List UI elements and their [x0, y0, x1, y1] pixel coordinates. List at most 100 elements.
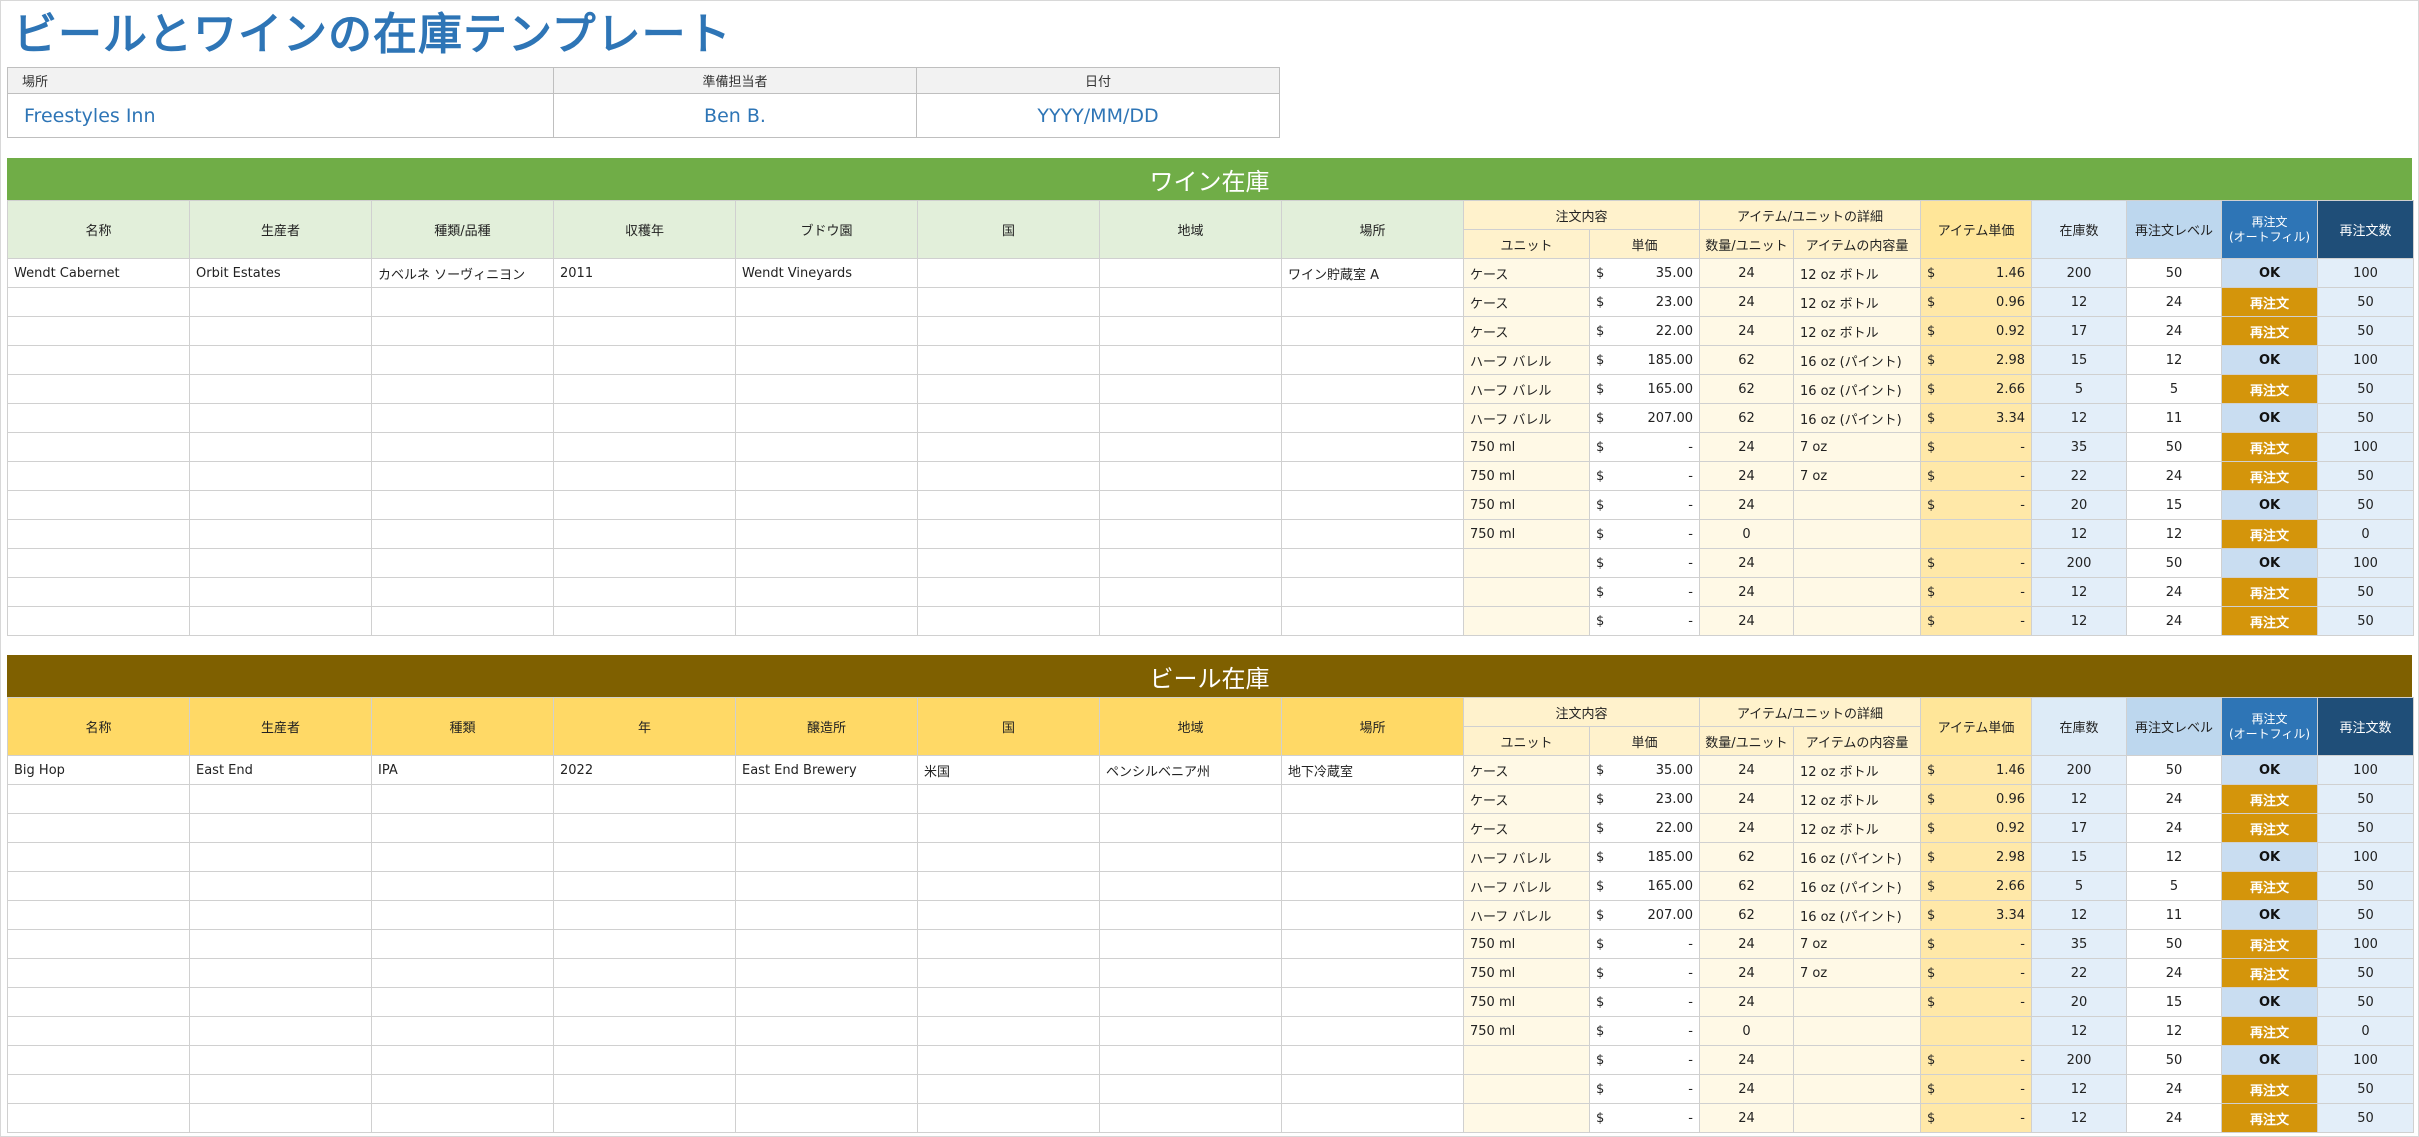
beer-cell-region[interactable]	[1099, 1074, 1282, 1104]
wine-cell-region[interactable]	[1099, 606, 1282, 636]
price-cell[interactable]: $185.00	[1589, 345, 1700, 375]
beer-cell-vineyard[interactable]	[735, 1016, 918, 1046]
stock-cell[interactable]: 12	[2031, 900, 2127, 930]
wine-cell-vintage[interactable]	[553, 490, 736, 520]
wine-cell-vintage[interactable]	[553, 432, 736, 462]
reorder-qty-cell[interactable]: 50	[2317, 316, 2414, 346]
wine-cell-country[interactable]	[917, 461, 1100, 491]
stock-cell[interactable]: 22	[2031, 461, 2127, 491]
reorder-level-cell[interactable]: 24	[2126, 287, 2222, 317]
stock-cell[interactable]: 12	[2031, 606, 2127, 636]
content-cell[interactable]	[1793, 1074, 1921, 1104]
unit-cell[interactable]: 750 ml	[1463, 461, 1590, 491]
wine-cell-vineyard[interactable]	[735, 287, 918, 317]
reorder-level-cell[interactable]: 5	[2126, 374, 2222, 404]
reorder-level-cell[interactable]: 11	[2126, 900, 2222, 930]
stock-cell[interactable]: 200	[2031, 548, 2127, 578]
unit-cell[interactable]: ケース	[1463, 813, 1590, 843]
location-value[interactable]: Freestyles Inn	[7, 93, 554, 138]
reorder-level-cell[interactable]: 12	[2126, 345, 2222, 375]
wine-cell-vineyard[interactable]: Wendt Vineyards	[735, 258, 918, 288]
wine-cell-name[interactable]	[7, 519, 190, 549]
wine-cell-producer[interactable]	[189, 374, 372, 404]
beer-cell-location[interactable]	[1281, 1103, 1464, 1133]
wine-cell-vineyard[interactable]	[735, 403, 918, 433]
wine-cell-type[interactable]	[371, 548, 554, 578]
qty-cell[interactable]: 24	[1699, 490, 1794, 520]
beer-cell-country[interactable]	[917, 842, 1100, 872]
wine-cell-vineyard[interactable]	[735, 606, 918, 636]
beer-cell-country[interactable]	[917, 900, 1100, 930]
reorder-qty-cell[interactable]: 100	[2317, 1045, 2414, 1075]
wine-cell-vineyard[interactable]	[735, 316, 918, 346]
wine-cell-country[interactable]	[917, 258, 1100, 288]
beer-cell-country[interactable]	[917, 1016, 1100, 1046]
content-cell[interactable]	[1793, 1103, 1921, 1133]
wine-cell-type[interactable]	[371, 606, 554, 636]
qty-cell[interactable]: 24	[1699, 316, 1794, 346]
unit-cell[interactable]: ハーフ バレル	[1463, 374, 1590, 404]
unit-cell[interactable]: 750 ml	[1463, 1016, 1590, 1046]
wine-cell-vintage[interactable]	[553, 374, 736, 404]
content-cell[interactable]: 12 oz ボトル	[1793, 813, 1921, 843]
stock-cell[interactable]: 17	[2031, 316, 2127, 346]
unit-cell[interactable]: ハーフ バレル	[1463, 900, 1590, 930]
price-cell[interactable]: $165.00	[1589, 374, 1700, 404]
beer-cell-producer[interactable]	[189, 842, 372, 872]
content-cell[interactable]: 16 oz (パイント)	[1793, 403, 1921, 433]
stock-cell[interactable]: 35	[2031, 432, 2127, 462]
content-cell[interactable]: 7 oz	[1793, 461, 1921, 491]
beer-cell-type[interactable]	[371, 784, 554, 814]
qty-cell[interactable]: 62	[1699, 871, 1794, 901]
wine-cell-country[interactable]	[917, 606, 1100, 636]
beer-cell-producer[interactable]	[189, 929, 372, 959]
beer-cell-country[interactable]	[917, 987, 1100, 1017]
unit-cell[interactable]: ケース	[1463, 258, 1590, 288]
price-cell[interactable]: $207.00	[1589, 900, 1700, 930]
wine-cell-vineyard[interactable]	[735, 577, 918, 607]
price-cell[interactable]: $23.00	[1589, 287, 1700, 317]
price-cell[interactable]: $ -	[1589, 1045, 1700, 1075]
qty-cell[interactable]: 24	[1699, 1045, 1794, 1075]
wine-cell-vintage[interactable]	[553, 287, 736, 317]
wine-cell-type[interactable]	[371, 403, 554, 433]
beer-cell-vineyard[interactable]	[735, 784, 918, 814]
qty-cell[interactable]: 24	[1699, 287, 1794, 317]
wine-cell-vintage[interactable]	[553, 519, 736, 549]
content-cell[interactable]: 16 oz (パイント)	[1793, 871, 1921, 901]
wine-cell-producer[interactable]	[189, 403, 372, 433]
beer-cell-vintage[interactable]: 2022	[553, 755, 736, 785]
stock-cell[interactable]: 200	[2031, 1045, 2127, 1075]
price-cell[interactable]: $ -	[1589, 987, 1700, 1017]
qty-cell[interactable]: 24	[1699, 548, 1794, 578]
price-cell[interactable]: $ -	[1589, 1103, 1700, 1133]
beer-cell-name[interactable]	[7, 1016, 190, 1046]
stock-cell[interactable]: 20	[2031, 490, 2127, 520]
reorder-level-cell[interactable]: 15	[2126, 490, 2222, 520]
reorder-level-cell[interactable]: 12	[2126, 519, 2222, 549]
wine-cell-vintage[interactable]	[553, 577, 736, 607]
beer-cell-vineyard[interactable]	[735, 958, 918, 988]
wine-cell-location[interactable]	[1281, 461, 1464, 491]
beer-cell-country[interactable]	[917, 958, 1100, 988]
beer-cell-location[interactable]	[1281, 1074, 1464, 1104]
beer-cell-location[interactable]	[1281, 1045, 1464, 1075]
stock-cell[interactable]: 12	[2031, 784, 2127, 814]
content-cell[interactable]: 12 oz ボトル	[1793, 755, 1921, 785]
beer-cell-producer[interactable]	[189, 1103, 372, 1133]
stock-cell[interactable]: 200	[2031, 258, 2127, 288]
reorder-qty-cell[interactable]: 100	[2317, 432, 2414, 462]
unit-cell[interactable]: 750 ml	[1463, 929, 1590, 959]
price-cell[interactable]: $165.00	[1589, 871, 1700, 901]
qty-cell[interactable]: 24	[1699, 258, 1794, 288]
qty-cell[interactable]: 24	[1699, 432, 1794, 462]
beer-cell-type[interactable]	[371, 813, 554, 843]
beer-cell-region[interactable]	[1099, 929, 1282, 959]
unit-cell[interactable]: ハーフ バレル	[1463, 403, 1590, 433]
beer-cell-vintage[interactable]	[553, 1074, 736, 1104]
beer-cell-country[interactable]	[917, 813, 1100, 843]
qty-cell[interactable]: 24	[1699, 929, 1794, 959]
price-cell[interactable]: $185.00	[1589, 842, 1700, 872]
reorder-level-cell[interactable]: 50	[2126, 1045, 2222, 1075]
qty-cell[interactable]: 0	[1699, 1016, 1794, 1046]
